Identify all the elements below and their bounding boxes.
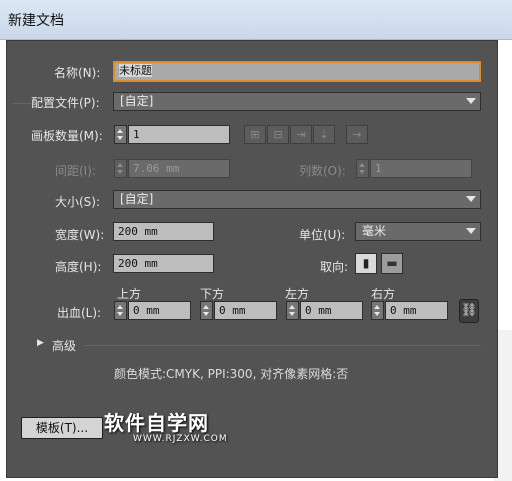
bleed-label: 出血(L): <box>57 306 102 320</box>
artboards-label: 画板数量(M): <box>31 129 103 143</box>
stepper-down-icon <box>117 136 123 140</box>
arrange-by-column-icon[interactable]: ⇣ <box>313 125 335 144</box>
stepper-down-icon <box>359 170 365 174</box>
stepper-down-icon <box>374 312 380 316</box>
landscape-icon: ▬ <box>386 256 398 270</box>
columns-label: 列数(O): <box>299 164 346 178</box>
templates-button[interactable]: 模板(T)... <box>21 417 103 439</box>
bleed-left-stepper[interactable] <box>286 301 299 320</box>
bleed-top-input[interactable]: 0 mm <box>128 301 191 320</box>
columns-input: 1 <box>370 159 472 178</box>
stepper-up-icon <box>203 305 209 309</box>
stepper-up-icon <box>359 163 365 167</box>
bleed-right-stepper[interactable] <box>371 301 384 320</box>
spacing-label: 间距(I): <box>55 164 96 178</box>
stepper-up-icon <box>117 129 123 133</box>
size-select[interactable]: [自定] <box>113 190 481 209</box>
columns-stepper <box>356 159 369 178</box>
name-input-value: 未标题 <box>119 64 152 77</box>
bleed-bottom-label: 下方 <box>200 287 225 301</box>
window-title: 新建文档 <box>8 13 64 29</box>
name-input[interactable]: 未标题 <box>113 61 481 82</box>
landscape-button[interactable]: ▬ <box>381 253 403 274</box>
watermark-url: WWW.RJZXW.COM <box>133 434 228 444</box>
size-select-value: [自定] <box>120 192 154 206</box>
units-select-value: 毫米 <box>362 224 387 238</box>
profile-select-value: [自定] <box>120 94 154 108</box>
bleed-bottom-stepper[interactable] <box>200 301 213 320</box>
right-to-left-layout-icon[interactable]: → <box>346 125 368 144</box>
bleed-top-stepper[interactable] <box>114 301 127 320</box>
height-input[interactable]: 200 mm <box>113 254 214 273</box>
stepper-up-icon <box>374 305 380 309</box>
stepper-down-icon <box>203 312 209 316</box>
spacing-stepper <box>114 159 127 178</box>
stepper-up-icon <box>117 163 123 167</box>
height-label: 高度(H): <box>55 260 102 274</box>
stepper-up-icon <box>117 305 123 309</box>
watermark-title: 软件自学网 <box>104 411 209 435</box>
profile-divider-left <box>13 103 31 104</box>
portrait-button[interactable]: ▮ <box>355 253 377 274</box>
bleed-top-label: 上方 <box>117 287 142 301</box>
chevron-down-icon <box>466 228 476 234</box>
stepper-down-icon <box>117 170 123 174</box>
chevron-down-icon <box>466 98 476 104</box>
document-info-text: 颜色模式:CMYK, PPI:300, 对齐像素网格:否 <box>114 367 349 381</box>
profile-label: 配置文件(P): <box>31 96 100 110</box>
chevron-down-icon <box>466 196 476 202</box>
width-label: 宽度(W): <box>55 228 105 242</box>
advanced-label[interactable]: 高级 <box>52 337 76 354</box>
profile-select[interactable]: [自定] <box>113 92 481 111</box>
disclosure-triangle-icon[interactable]: ▶ <box>37 338 44 348</box>
spacing-input: 7.06 mm <box>128 159 230 178</box>
portrait-icon: ▮ <box>362 256 370 270</box>
bleed-right-label: 右方 <box>371 287 396 301</box>
bleed-left-input[interactable]: 0 mm <box>300 301 363 320</box>
stepper-down-icon <box>289 312 295 316</box>
arrange-grid-by-column-icon[interactable]: ⊟ <box>267 125 289 144</box>
bleed-left-label: 左方 <box>285 287 310 301</box>
new-document-dialog: 名称(N): 未标题 配置文件(P): [自定] 画板数量(M): 1 ⊞ ⊟ … <box>6 40 498 478</box>
bleed-right-input[interactable]: 0 mm <box>385 301 448 320</box>
window-titlebar: 新建文档 <box>0 0 512 40</box>
advanced-divider <box>85 345 481 346</box>
bleed-bottom-input[interactable]: 0 mm <box>214 301 277 320</box>
units-select[interactable]: 毫米 <box>355 222 481 241</box>
arrange-grid-by-row-icon[interactable]: ⊞ <box>244 125 266 144</box>
artboards-input[interactable]: 1 <box>128 125 230 144</box>
stepper-up-icon <box>289 305 295 309</box>
size-label: 大小(S): <box>55 195 101 209</box>
link-icon[interactable]: ⛓ <box>459 299 479 323</box>
arrange-by-row-icon[interactable]: ⇥ <box>290 125 312 144</box>
orientation-label: 取向: <box>320 260 349 274</box>
stepper-down-icon <box>117 312 123 316</box>
units-label: 单位(U): <box>299 228 346 242</box>
width-input[interactable]: 200 mm <box>113 222 214 241</box>
name-label: 名称(N): <box>54 66 101 80</box>
artboards-stepper[interactable] <box>114 125 127 144</box>
